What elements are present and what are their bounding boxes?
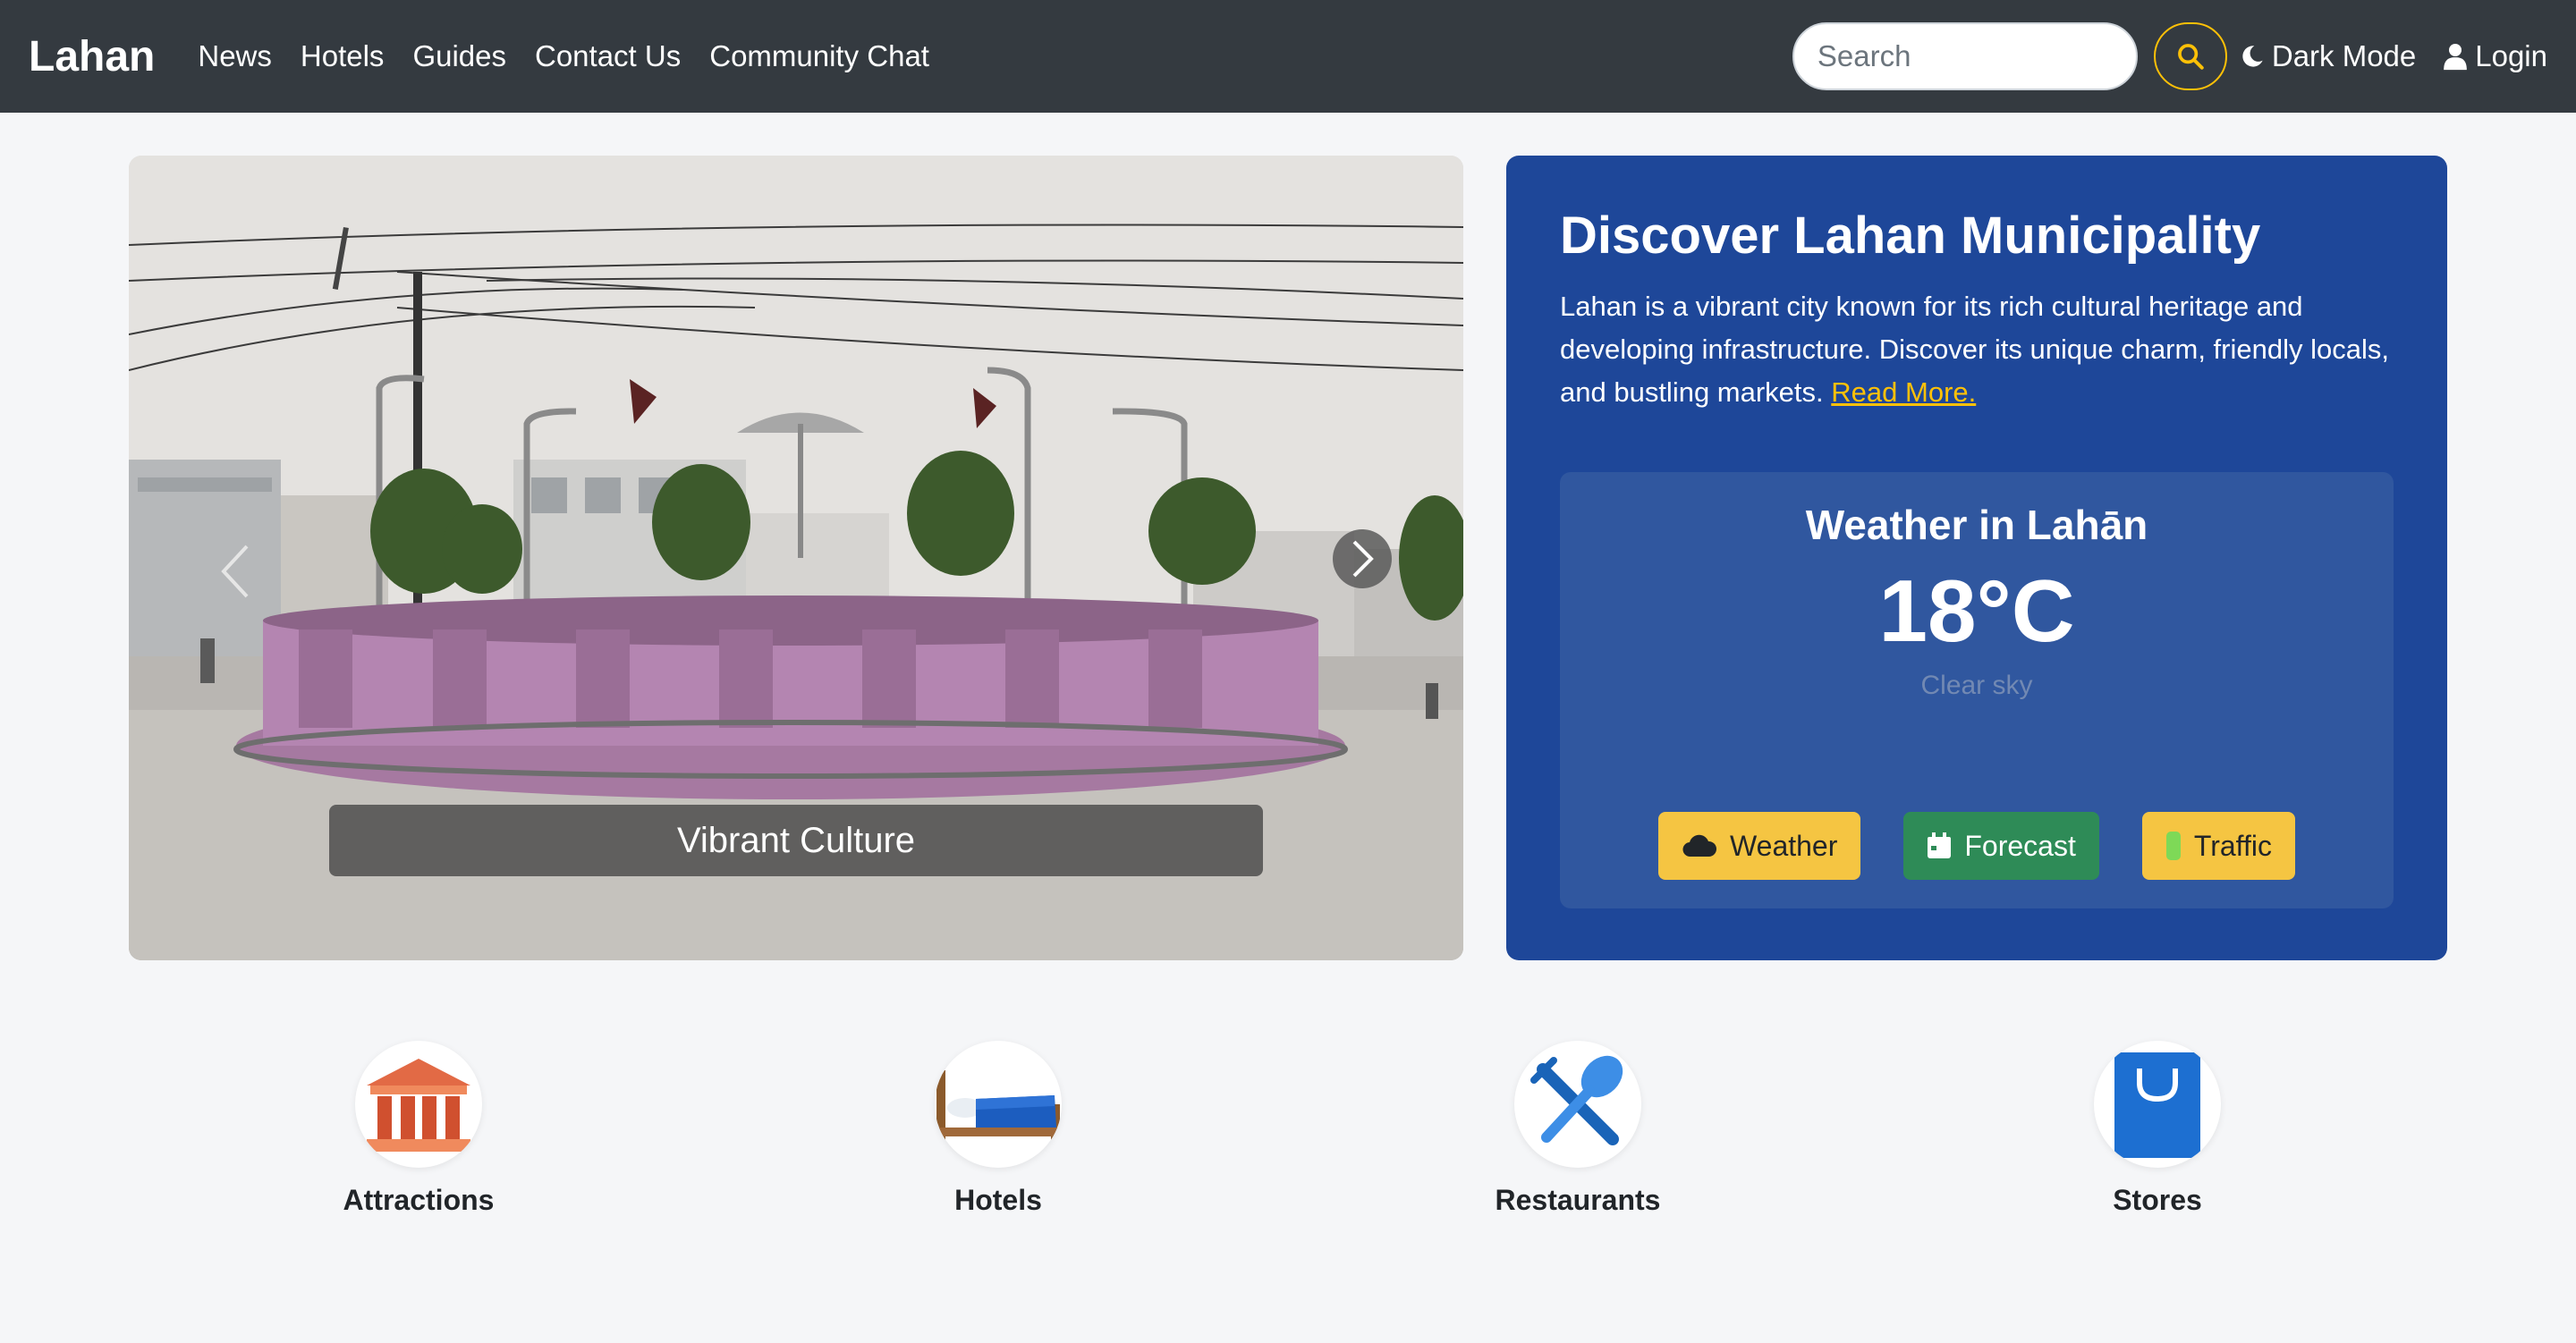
moon-icon xyxy=(2242,46,2263,67)
category-hotels[interactable]: Hotels xyxy=(882,1041,1114,1217)
category-label: Hotels xyxy=(954,1184,1042,1216)
category-grid: Attractions Hotels Restaurants Stores xyxy=(129,1041,2447,1237)
weather-button[interactable]: Weather xyxy=(1658,812,1861,880)
weather-title: Weather in Lahān xyxy=(1805,502,2148,548)
discover-title: Discover Lahan Municipality xyxy=(1560,207,2261,265)
category-attractions[interactable]: Attractions xyxy=(302,1041,535,1217)
shopping-bag-icon xyxy=(2094,1041,2221,1168)
calendar-icon xyxy=(1928,832,1952,858)
bed-icon xyxy=(935,1041,1062,1168)
nav-link-hotels[interactable]: Hotels xyxy=(301,39,385,73)
search-input[interactable] xyxy=(1792,22,2138,90)
category-restaurants[interactable]: Restaurants xyxy=(1462,1041,1694,1217)
traffic-light-icon xyxy=(2165,832,2181,860)
discover-description: Lahan is a vibrant city known for its ri… xyxy=(1560,285,2394,414)
chevron-right-icon xyxy=(1352,540,1374,578)
category-label: Restaurants xyxy=(1495,1184,1661,1216)
carousel-caption: Vibrant Culture xyxy=(329,805,1263,876)
weather-temperature: 18°C xyxy=(1878,562,2075,660)
carousel-next-button[interactable] xyxy=(1333,529,1392,588)
nav-links: News Hotels Guides Contact Us Community … xyxy=(198,39,958,73)
category-label: Attractions xyxy=(343,1184,495,1216)
traffic-button-label: Traffic xyxy=(2193,829,2272,862)
weather-buttons: Weather Forecast Traffic xyxy=(1560,812,2394,880)
top-navbar: Lahan News Hotels Guides Contact Us Comm… xyxy=(0,0,2576,113)
cloud-icon xyxy=(1682,834,1717,857)
category-stores[interactable]: Stores xyxy=(2041,1041,2274,1217)
discover-panel: Discover Lahan Municipality Lahan is a v… xyxy=(1506,156,2447,960)
carousel-prev-button[interactable] xyxy=(208,531,261,612)
login-link[interactable]: Login xyxy=(2443,39,2547,73)
login-label: Login xyxy=(2475,39,2547,72)
dark-mode-label: Dark Mode xyxy=(2271,39,2417,72)
read-more-link[interactable]: Read More. xyxy=(1831,376,1976,408)
dark-mode-toggle[interactable]: Dark Mode xyxy=(2240,39,2416,73)
brand-logo[interactable]: Lahan xyxy=(29,32,155,81)
traffic-button[interactable]: Traffic xyxy=(2141,812,2295,880)
nav-link-community-chat[interactable]: Community Chat xyxy=(709,39,929,73)
classical-building-icon xyxy=(355,1041,482,1168)
forecast-button-label: Forecast xyxy=(1964,829,2076,862)
weather-condition: Clear sky xyxy=(1920,671,2033,700)
user-icon xyxy=(2444,44,2468,71)
fork-spoon-icon xyxy=(1514,1041,1641,1168)
chevron-left-icon xyxy=(221,545,249,598)
weather-card: Weather in Lahān 18°C Clear sky Weather … xyxy=(1560,472,2394,908)
forecast-button[interactable]: Forecast xyxy=(1903,812,2099,880)
hero-carousel: Vibrant Culture xyxy=(129,156,1463,960)
nav-link-guides[interactable]: Guides xyxy=(412,39,506,73)
nav-link-news[interactable]: News xyxy=(198,39,272,73)
nav-link-contact-us[interactable]: Contact Us xyxy=(535,39,681,73)
search-button[interactable] xyxy=(2153,22,2227,90)
search-icon xyxy=(2177,44,2204,70)
nav-right: Dark Mode Login xyxy=(1792,22,2547,90)
category-label: Stores xyxy=(2113,1184,2202,1216)
weather-button-label: Weather xyxy=(1730,829,1838,862)
